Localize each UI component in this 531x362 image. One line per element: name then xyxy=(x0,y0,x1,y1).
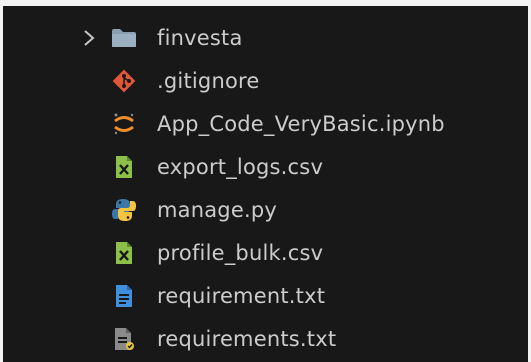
python-icon xyxy=(110,188,138,231)
screenshot-frame-left xyxy=(0,0,3,362)
explorer-item-app-code-notebook[interactable]: App_Code_VeryBasic.ipynb xyxy=(0,102,531,145)
explorer-item-label: .gitignore xyxy=(157,68,260,93)
explorer-item-requirement-txt[interactable]: requirement.txt xyxy=(0,274,531,317)
requirements-icon xyxy=(110,317,138,360)
csv-icon xyxy=(110,145,138,188)
git-icon xyxy=(110,59,138,102)
explorer-item-manage-py[interactable]: manage.py xyxy=(0,188,531,231)
explorer-item-label: requirement.txt xyxy=(157,283,326,308)
explorer-item-label: requirements.txt xyxy=(157,326,337,351)
explorer-item-label: manage.py xyxy=(157,197,277,222)
explorer-item-export-logs[interactable]: export_logs.csv xyxy=(0,145,531,188)
jupyter-icon xyxy=(110,102,138,145)
explorer-item-label: profile_bulk.csv xyxy=(157,240,324,265)
screenshot-frame-top xyxy=(0,0,531,6)
explorer-item-gitignore[interactable]: .gitignore xyxy=(0,59,531,102)
folder-icon xyxy=(110,16,138,59)
chevron-right-icon[interactable] xyxy=(80,16,98,59)
explorer-item-label: App_Code_VeryBasic.ipynb xyxy=(157,111,445,136)
text-file-icon xyxy=(110,274,138,317)
explorer-item-requirements-txt[interactable]: requirements.txt xyxy=(0,317,531,360)
explorer-item-finvesta[interactable]: finvesta xyxy=(0,16,531,59)
file-explorer: finvesta .gitignore App_Code_VeryBasic.i… xyxy=(0,0,531,362)
csv-icon xyxy=(110,231,138,274)
explorer-item-label: export_logs.csv xyxy=(157,154,324,179)
explorer-item-profile-bulk[interactable]: profile_bulk.csv xyxy=(0,231,531,274)
explorer-item-label: finvesta xyxy=(157,25,243,50)
